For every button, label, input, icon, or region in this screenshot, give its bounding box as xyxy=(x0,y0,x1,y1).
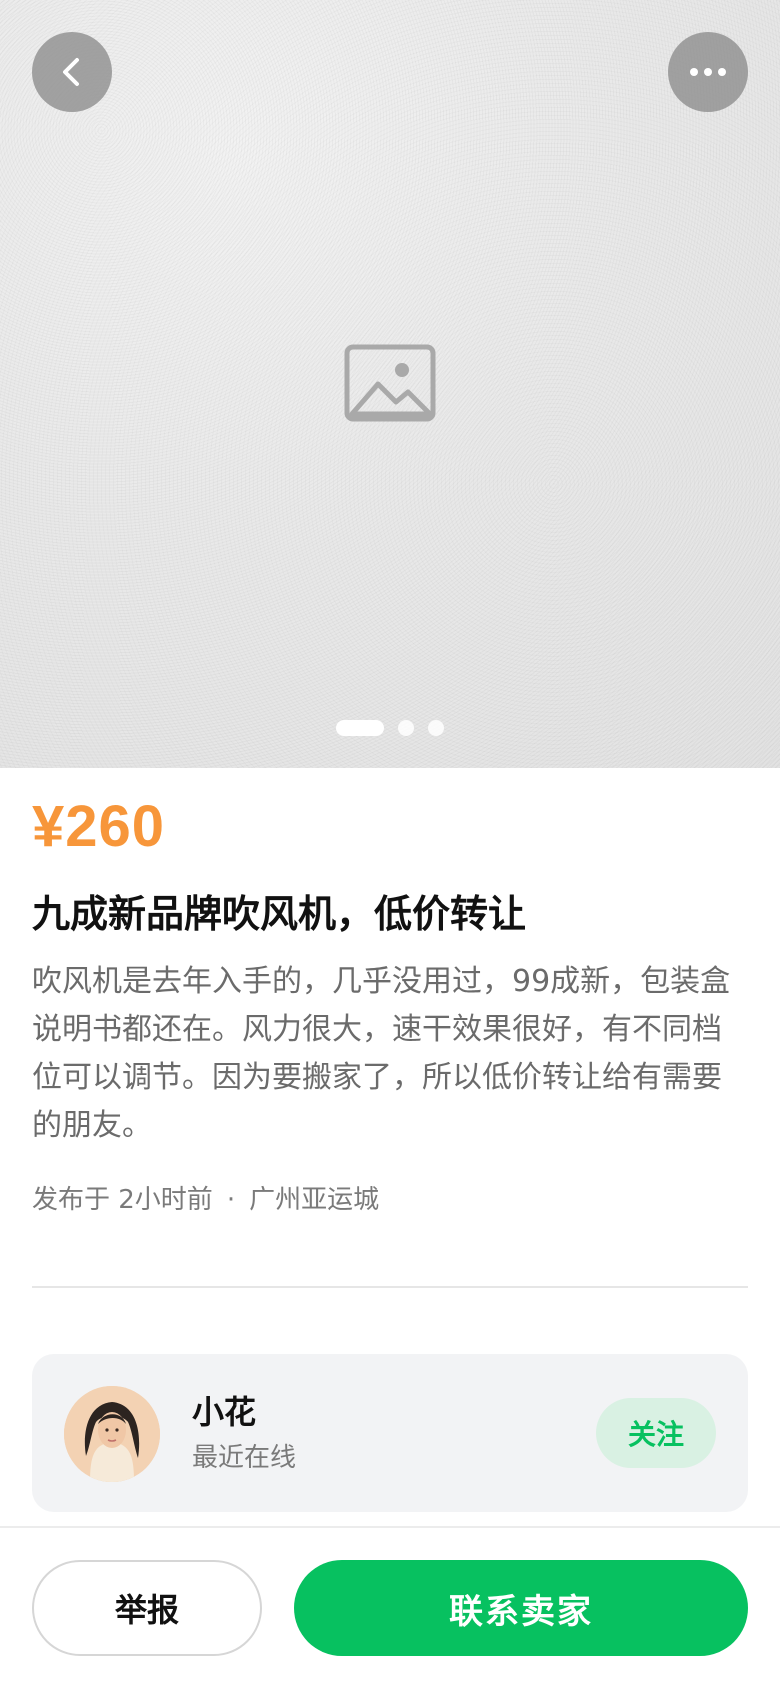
listing-description: 吹风机是去年入手的，几乎没用过，99成新，包装盒说明书都还在。风力很大，速干效果… xyxy=(32,964,731,1143)
image-placeholder-icon xyxy=(344,344,436,422)
seller-name: 小花 xyxy=(192,1393,257,1431)
seller-status: 最近在线 xyxy=(192,1443,297,1473)
follow-button[interactable]: 关注 xyxy=(596,1398,716,1468)
more-options-button[interactable] xyxy=(668,32,748,112)
listing-meta: 发布于 2小时前 · 广州亚运城 xyxy=(32,1180,379,1220)
carousel-dot-active[interactable] xyxy=(336,720,384,736)
chevron-left-icon xyxy=(63,58,79,86)
meta-separator: · xyxy=(226,1185,236,1215)
seller-card[interactable]: 小花 最近在线 关注 xyxy=(32,1354,748,1512)
bottom-action-bar: 举报 联系卖家 xyxy=(0,1528,780,1688)
carousel-dot[interactable] xyxy=(428,720,444,736)
section-divider xyxy=(32,1286,748,1288)
product-image-carousel[interactable] xyxy=(0,0,780,768)
carousel-dot[interactable] xyxy=(398,720,414,736)
avatar-illustration xyxy=(64,1386,160,1482)
price-label: ¥260 xyxy=(32,794,166,859)
back-button[interactable] xyxy=(32,32,112,112)
posted-time: 发布于 2小时前 xyxy=(32,1185,213,1215)
location-label: 广州亚运城 xyxy=(249,1185,380,1215)
listing-title: 九成新品牌吹风机，低价转让 xyxy=(32,892,527,936)
report-button[interactable]: 举报 xyxy=(32,1560,262,1656)
carousel-indicator xyxy=(0,720,780,736)
contact-seller-button[interactable]: 联系卖家 xyxy=(294,1560,748,1656)
avatar[interactable] xyxy=(64,1386,160,1482)
more-horizontal-icon xyxy=(690,68,726,76)
